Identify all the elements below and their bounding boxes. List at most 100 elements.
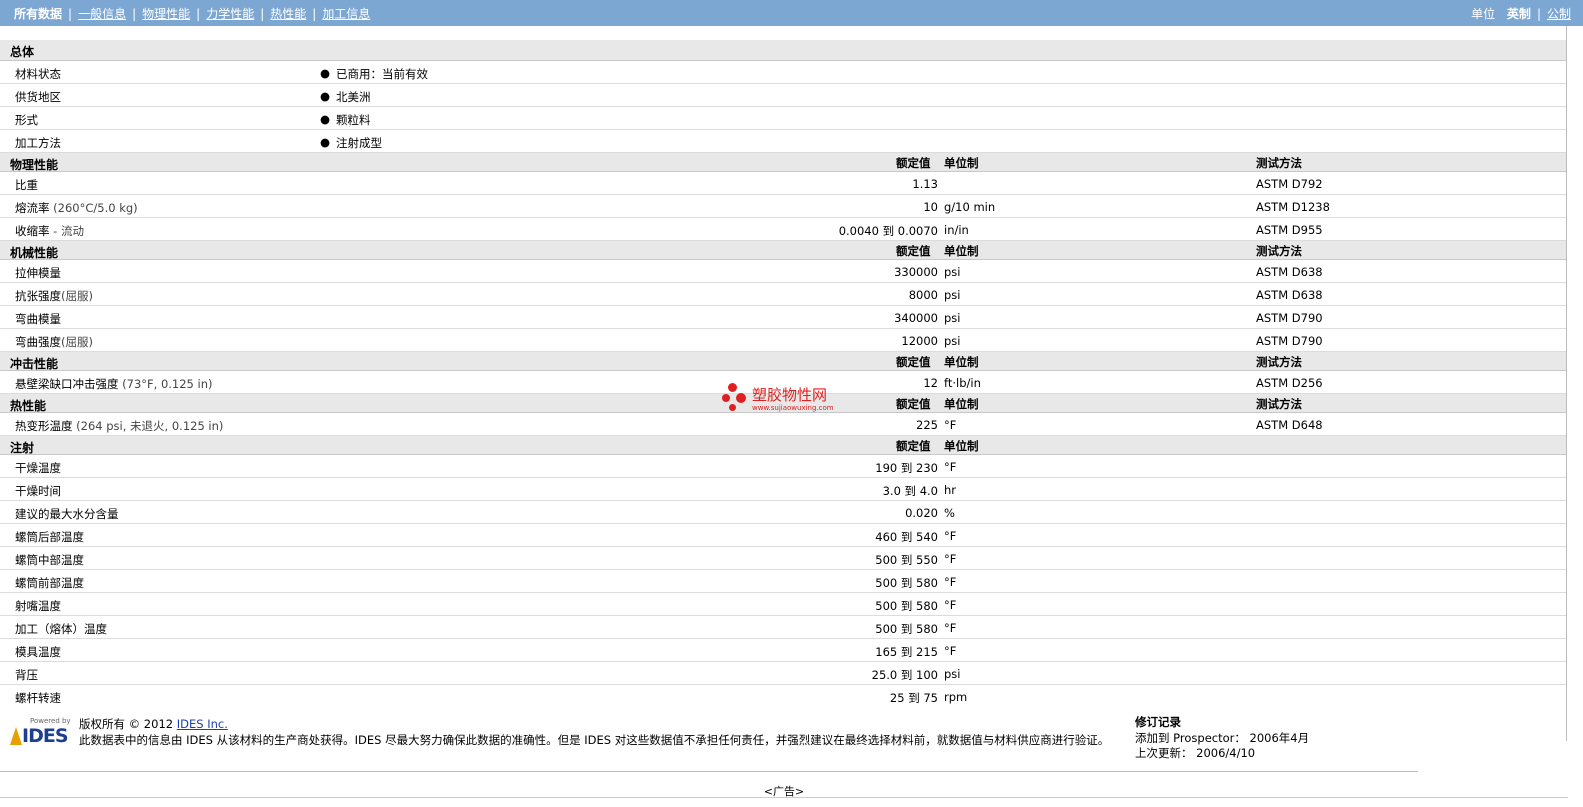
property-row: 弯曲强度(屈服) 12000 psi ASTM D790 — [0, 329, 1566, 352]
col-nominal: 额定值 — [896, 439, 931, 453]
revision-updated: 上次更新： 2006/4/10 — [1135, 746, 1256, 760]
watermark-title: 塑胶物性网 — [752, 386, 828, 404]
nav-all-data[interactable]: 所有数据 — [14, 7, 62, 21]
general-row: 供货地区 ● 北美洲 — [0, 84, 1566, 107]
col-unit: 单位制 — [944, 397, 979, 411]
watermark-dot — [729, 404, 736, 411]
test-method: ASTM D648 — [1256, 418, 1323, 432]
property-condition: - 流动 — [53, 224, 84, 238]
logo-mark-icon — [10, 727, 22, 745]
bullet-icon: ● — [320, 89, 331, 103]
property-row: 螺筒中部温度 500 到 550 °F — [0, 547, 1566, 570]
property-name: 干燥温度 — [15, 461, 61, 475]
col-test: 测试方法 — [1256, 397, 1302, 411]
copyright-text: 版权所有 © 2012 — [79, 717, 177, 731]
section-title: 冲击性能 — [10, 357, 59, 371]
property-name: 射嘴温度 — [15, 599, 61, 613]
property-name: 弯曲模量 — [15, 312, 61, 326]
general-row: 材料状态 ● 已商用：当前有效 — [0, 61, 1566, 84]
property-value: 340000 — [894, 311, 938, 325]
property-name: 材料状态 — [15, 67, 61, 81]
property-row: 干燥温度 190 到 230 °F — [0, 455, 1566, 478]
test-method: ASTM D638 — [1256, 288, 1323, 302]
property-row: 螺筒后部温度 460 到 540 °F — [0, 524, 1566, 547]
property-value: 注射成型 — [336, 136, 382, 150]
property-value: 500 到 550 — [875, 553, 938, 567]
col-nominal: 额定值 — [896, 156, 931, 170]
company-link[interactable]: IDES Inc. — [177, 717, 228, 731]
property-unit: g/10 min — [944, 200, 996, 214]
property-unit: °F — [944, 644, 957, 658]
property-name: 热变形温度 — [15, 419, 73, 433]
property-value: 已商用：当前有效 — [336, 67, 428, 81]
property-value: 500 到 580 — [875, 622, 938, 636]
top-spacer — [0, 26, 1583, 40]
property-value: 12 — [923, 376, 938, 390]
col-unit: 单位制 — [944, 244, 979, 258]
property-value: 北美洲 — [336, 90, 371, 104]
property-name-cell: 收缩率 - 流动 — [15, 223, 84, 239]
property-name: 螺筒后部温度 — [15, 530, 84, 544]
test-method: ASTM D1238 — [1256, 200, 1330, 214]
property-name: 建议的最大水分含量 — [15, 507, 119, 521]
test-method: ASTM D792 — [1256, 177, 1323, 191]
property-value: 25.0 到 100 — [871, 668, 938, 682]
section-title: 机械性能 — [10, 246, 59, 260]
property-name: 加工方法 — [15, 136, 61, 150]
property-name: 模具温度 — [15, 645, 61, 659]
general-row: 形式 ● 颗粒料 — [0, 107, 1566, 130]
property-value: 8000 — [908, 288, 938, 302]
footer: Powered by IDES 版权所有 © 2012 IDES Inc. 此数… — [0, 711, 1583, 771]
section-header-physical: 物理性能 额定值 单位制 测试方法 — [0, 153, 1566, 172]
property-unit: °F — [944, 621, 957, 635]
property-unit: hr — [944, 483, 957, 497]
bullet-icon: ● — [320, 112, 331, 126]
property-unit: psi — [944, 667, 961, 681]
property-row: 弯曲模量 340000 psi ASTM D790 — [0, 306, 1566, 329]
property-name: 加工（熔体）温度 — [15, 622, 107, 636]
property-unit: °F — [944, 460, 957, 474]
section-header-impact: 冲击性能 额定值 单位制 测试方法 — [0, 352, 1566, 371]
property-value: 0.020 — [905, 506, 938, 520]
property-row: 螺筒前部温度 500 到 580 °F — [0, 570, 1566, 593]
nav-link-thermal[interactable]: 热性能 — [270, 7, 306, 21]
revision-title: 修订记录 — [1135, 715, 1181, 729]
property-value: 12000 — [901, 334, 938, 348]
section-nav: 所有数据 | 一般信息 | 物理性能 | 力学性能 | 热性能 | 加工信息 — [14, 7, 371, 21]
property-name: 干燥时间 — [15, 484, 61, 498]
property-name: 弯曲强度 — [15, 335, 61, 349]
right-border — [1566, 26, 1567, 741]
property-row: 螺杆转速 25 到 75 rpm — [0, 685, 1566, 708]
property-row: 抗张强度(屈服) 8000 psi ASTM D638 — [0, 283, 1566, 306]
property-row: 模具温度 165 到 215 °F — [0, 639, 1566, 662]
nav-link-general[interactable]: 一般信息 — [78, 7, 126, 21]
col-nominal: 额定值 — [896, 355, 931, 369]
nav-link-mechanical[interactable]: 力学性能 — [206, 7, 254, 21]
col-unit: 单位制 — [944, 156, 979, 170]
property-unit: °F — [944, 529, 957, 543]
unit-english[interactable]: 英制 — [1507, 7, 1531, 21]
ad-divider — [0, 797, 1568, 798]
property-row: 热变形温度 (264 psi, 未退火, 0.125 in) 225 °F AS… — [0, 413, 1566, 436]
property-unit: °F — [944, 552, 957, 566]
watermark-dot — [728, 383, 737, 392]
section-title: 总体 — [10, 45, 35, 59]
footer-divider — [0, 771, 1418, 772]
nav-link-processing[interactable]: 加工信息 — [322, 7, 370, 21]
unit-switch: 单位 英制 | 公制 — [1471, 7, 1571, 21]
property-name: 拉伸模量 — [15, 266, 61, 280]
test-method: ASTM D256 — [1256, 376, 1323, 390]
property-name-cell: 弯曲强度(屈服) — [15, 334, 93, 350]
col-unit: 单位制 — [944, 355, 979, 369]
property-name: 收缩率 — [15, 224, 50, 238]
property-row: 熔流率 (260°C/5.0 kg) 10 g/10 min ASTM D123… — [0, 195, 1566, 218]
unit-metric-link[interactable]: 公制 — [1547, 7, 1571, 21]
property-name: 螺筒中部温度 — [15, 553, 84, 567]
nav-link-physical[interactable]: 物理性能 — [142, 7, 190, 21]
property-name-cell: 抗张强度(屈服) — [15, 288, 93, 304]
datasheet: 总体 材料状态 ● 已商用：当前有效 供货地区 ● 北美洲 形式 ● 颗粒料 加… — [0, 26, 1583, 708]
property-unit: °F — [944, 418, 957, 432]
unit-label: 单位 — [1471, 7, 1496, 21]
property-row: 比重 1.13 ASTM D792 — [0, 172, 1566, 195]
bullet-icon: ● — [320, 66, 331, 80]
